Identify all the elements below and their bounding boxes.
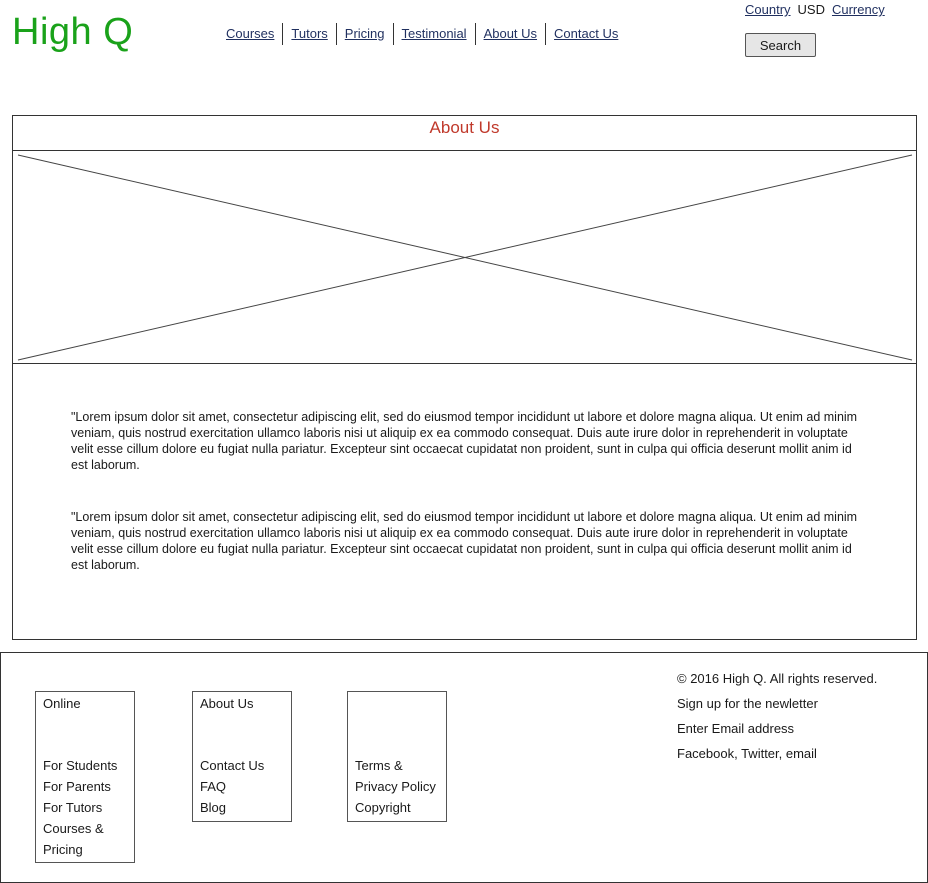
email-field[interactable]: Enter Email address	[677, 721, 794, 736]
footer-link-courses-pricing[interactable]: Courses &	[43, 818, 104, 839]
about-section: About Us "Lorem ipsum dolor sit amet, co…	[12, 115, 917, 640]
country-link[interactable]: Country	[745, 1, 791, 19]
footer-column-legal: Terms & Privacy Policy Copyright	[347, 691, 447, 822]
nav-link-contact-us[interactable]: Contact Us	[546, 23, 626, 45]
nav-link-tutors[interactable]: Tutors	[283, 23, 337, 45]
footer-link-terms-privacy[interactable]: Privacy Policy	[355, 776, 436, 797]
nav-link-pricing[interactable]: Pricing	[337, 23, 394, 45]
footer-column-about: About Us Contact Us FAQ Blog	[192, 691, 292, 822]
nav-link-courses[interactable]: Courses	[218, 23, 284, 45]
newsletter-signup[interactable]: Sign up for the newletter	[677, 696, 818, 711]
footer-link-contact-us[interactable]: Contact Us	[200, 755, 264, 776]
footer-link-for-tutors[interactable]: For Tutors	[43, 797, 102, 818]
copyright-text: © 2016 High Q. All rights reserved.	[677, 671, 878, 686]
image-placeholder-icon	[17, 154, 913, 361]
footer-link-terms-privacy[interactable]: Terms &	[355, 755, 403, 776]
search-button[interactable]: Search	[745, 33, 816, 57]
footer-link-online[interactable]: Online	[43, 693, 81, 714]
footer-link-copyright[interactable]: Copyright	[355, 797, 411, 818]
social-links[interactable]: Facebook, Twitter, email	[677, 746, 817, 761]
footer-link-about-us[interactable]: About Us	[200, 693, 253, 714]
page-title: About Us	[429, 118, 500, 137]
logo[interactable]: High Q	[12, 10, 133, 54]
currency-value: USD	[797, 2, 825, 17]
footer-link-faq[interactable]: FAQ	[200, 776, 226, 797]
image-placeholder	[13, 150, 916, 364]
about-paragraph: "Lorem ipsum dolor sit amet, consectetur…	[71, 510, 858, 572]
main-nav: Courses Tutors Pricing Testimonial About…	[218, 23, 626, 45]
about-paragraph: "Lorem ipsum dolor sit amet, consectetur…	[71, 410, 858, 472]
nav-link-about-us[interactable]: About Us	[476, 23, 547, 45]
nav-link-testimonial[interactable]: Testimonial	[394, 23, 476, 45]
footer-link-blog[interactable]: Blog	[200, 797, 226, 818]
currency-link[interactable]: Currency	[832, 1, 885, 19]
footer-link-courses-pricing[interactable]: Pricing	[43, 839, 83, 860]
footer: Online For Students For Parents For Tuto…	[0, 652, 928, 883]
footer-column-online: Online For Students For Parents For Tuto…	[35, 691, 135, 863]
locale-selector: Country USD Currency	[745, 1, 885, 19]
footer-link-for-parents[interactable]: For Parents	[43, 776, 111, 797]
footer-link-for-students[interactable]: For Students	[43, 755, 117, 776]
